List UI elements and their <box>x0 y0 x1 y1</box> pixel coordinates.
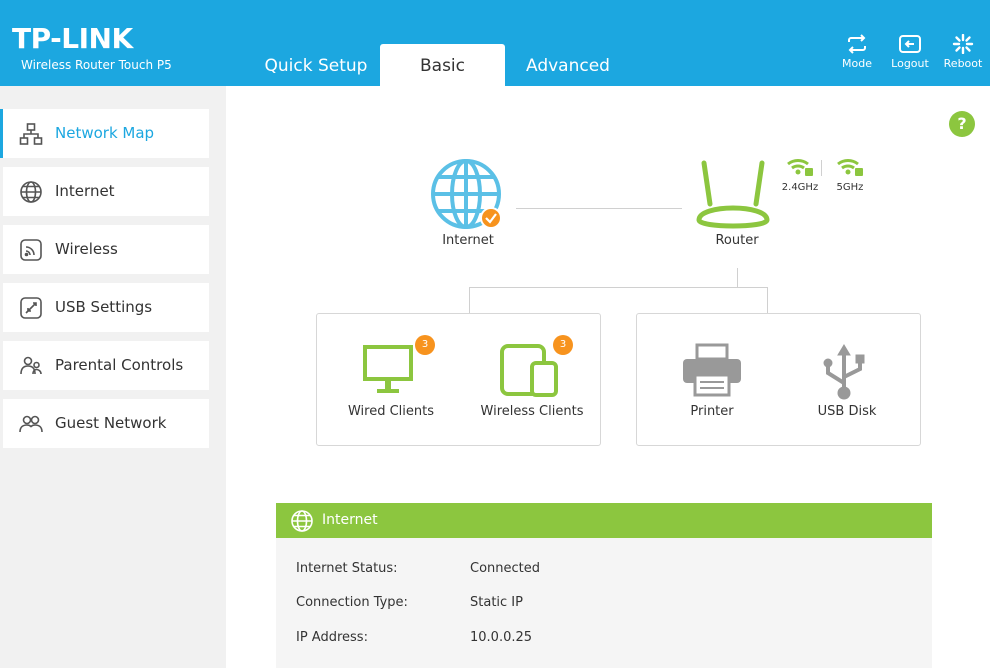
wireless-clients-label: Wireless Clients <box>480 404 584 419</box>
mode-label: Mode <box>842 57 872 70</box>
sidebar-item-label: USB Settings <box>55 298 153 316</box>
wired-clients-label: Wired Clients <box>347 404 435 419</box>
printer-node[interactable] <box>681 343 743 397</box>
tab-basic[interactable]: Basic <box>380 44 505 86</box>
monitor-icon <box>363 345 413 393</box>
wireless-icon <box>20 239 42 261</box>
tab-quick-setup[interactable]: Quick Setup <box>252 44 380 86</box>
usb-disk-label: USB Disk <box>817 404 877 419</box>
usb-settings-icon <box>20 297 42 319</box>
tp-link-logo: TP-LINK <box>12 22 133 55</box>
wifi-24ghz-indicator[interactable]: 2.4GHz <box>780 156 820 193</box>
sidebar-item-wireless[interactable]: Wireless <box>3 225 209 274</box>
wireless-clients-node[interactable] <box>499 343 561 397</box>
sidebar-item-label: Internet <box>55 182 115 200</box>
logout-button[interactable]: Logout <box>885 34 935 70</box>
reboot-label: Reboot <box>943 57 983 70</box>
globe-icon <box>431 159 502 229</box>
ip-address-value: 10.0.0.25 <box>470 630 533 645</box>
tablet-phone-icon <box>500 344 558 397</box>
connection-type-value: Static IP <box>470 595 523 610</box>
band-divider <box>821 160 822 176</box>
sidebar-item-internet[interactable]: Internet <box>3 167 209 216</box>
internet-panel-header: Internet <box>276 503 932 538</box>
branch-left-link <box>469 287 470 314</box>
sidebar: Network Map Internet Wireless USB Settin… <box>0 86 226 668</box>
wifi-5ghz-indicator[interactable]: 5GHz <box>830 156 870 193</box>
wifi-icon <box>837 159 863 176</box>
globe-icon <box>20 181 42 203</box>
router-down-link <box>737 268 738 288</box>
logout-icon <box>899 35 921 53</box>
model-name: Wireless Router Touch P5 <box>21 58 172 72</box>
mode-switch-icon <box>848 34 866 54</box>
printer-icon <box>683 343 741 397</box>
logout-label: Logout <box>891 57 929 70</box>
help-button[interactable]: ? <box>949 111 975 137</box>
sidebar-item-network-map[interactable]: Network Map <box>0 109 209 158</box>
router-icon <box>696 160 770 229</box>
sidebar-item-label: Parental Controls <box>55 356 184 374</box>
mode-button[interactable]: Mode <box>832 34 882 70</box>
router-node-label: Router <box>715 233 759 248</box>
branch-right-link <box>767 287 768 314</box>
sidebar-item-usb-settings[interactable]: USB Settings <box>3 283 209 332</box>
connection-type-label: Connection Type: <box>296 595 408 610</box>
internet-router-link <box>516 208 682 209</box>
usb-disk-node[interactable] <box>818 343 870 401</box>
internet-panel-body: Internet Status: Connected Connection Ty… <box>276 538 932 668</box>
top-header: TP-LINK Wireless Router Touch P5 Quick S… <box>0 0 990 86</box>
sidebar-item-label: Network Map <box>55 124 155 142</box>
branch-link <box>469 287 768 288</box>
wired-clients-count-badge: 3 <box>415 335 435 355</box>
wireless-clients-count-badge: 3 <box>553 335 573 355</box>
globe-icon <box>291 510 313 532</box>
wired-clients-node[interactable] <box>361 343 417 395</box>
usb-devices-box <box>636 313 921 446</box>
internet-status-label: Internet Status: <box>296 561 398 576</box>
guest-network-icon <box>19 415 43 433</box>
band-5ghz-label: 5GHz <box>836 182 864 193</box>
router-node[interactable] <box>693 160 773 232</box>
wifi-icon <box>787 159 813 176</box>
internet-status-value: Connected <box>470 561 541 576</box>
usb-icon <box>823 344 865 400</box>
internet-node[interactable] <box>430 158 506 232</box>
ip-address-label: IP Address: <box>296 630 368 645</box>
sidebar-item-label: Wireless <box>55 240 118 258</box>
band-24ghz-label: 2.4GHz <box>781 182 819 193</box>
tab-advanced[interactable]: Advanced <box>505 44 631 86</box>
sidebar-item-parental-controls[interactable]: Parental Controls <box>3 341 209 390</box>
sidebar-item-label: Guest Network <box>55 414 167 432</box>
printer-label: Printer <box>690 404 734 419</box>
sidebar-item-guest-network[interactable]: Guest Network <box>3 399 209 448</box>
internet-panel-title: Internet <box>322 512 378 528</box>
network-map-icon <box>19 123 43 145</box>
reboot-icon <box>952 34 974 54</box>
parental-controls-icon <box>20 356 42 375</box>
reboot-button[interactable]: Reboot <box>938 34 988 70</box>
internet-node-label: Internet <box>442 233 494 248</box>
